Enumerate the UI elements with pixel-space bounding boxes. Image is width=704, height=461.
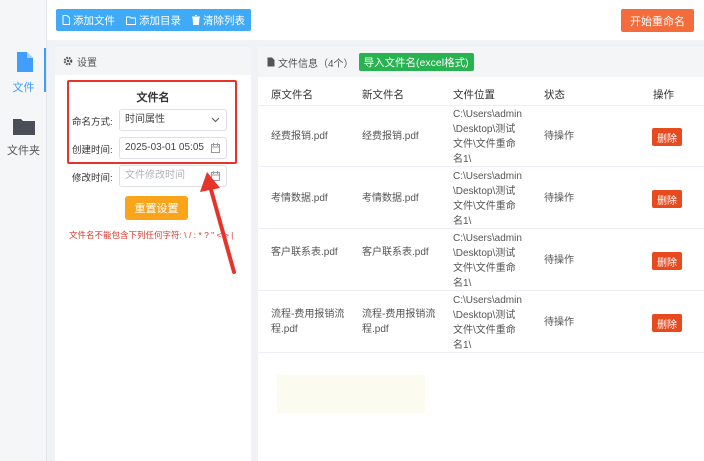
annotation-arrow [200,172,236,274]
